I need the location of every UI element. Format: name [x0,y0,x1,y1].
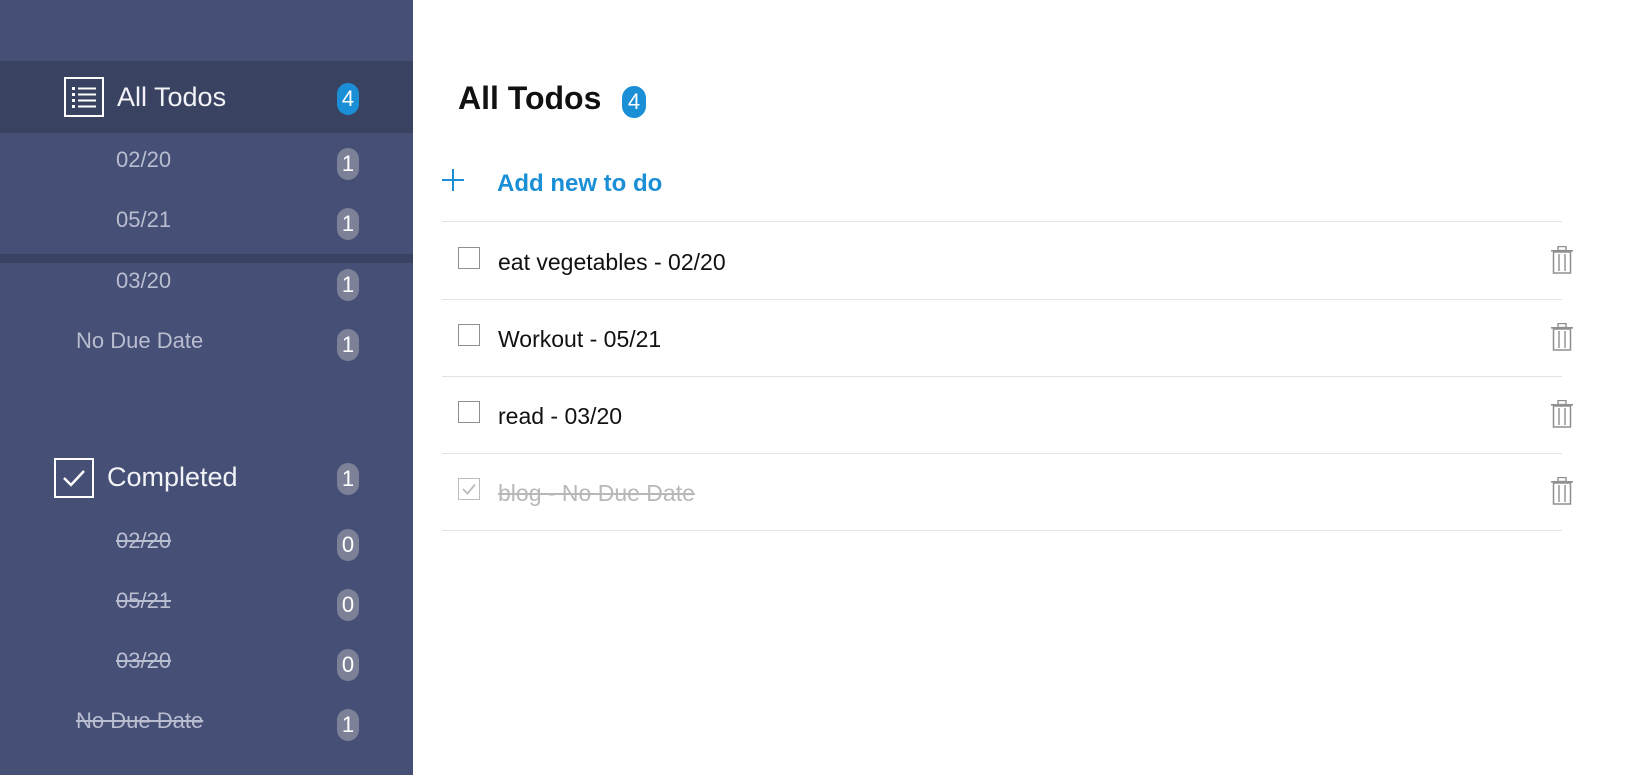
count-badge: 1 [337,709,359,741]
trash-icon[interactable] [1550,476,1574,505]
sidebar-item-label: 03/20 [116,268,172,293]
todo-checkbox[interactable] [458,247,480,269]
count-badge: 1 [337,208,359,240]
count-badge: 4 [622,86,646,118]
sidebar-item-label: 05/21 [116,588,172,613]
sidebar-group-completed[interactable]: Completed 1 [0,442,413,514]
plus-icon [442,169,464,191]
count-badge: 1 [337,269,359,301]
check-icon [462,483,476,495]
checkbox-checked-icon [54,458,94,498]
add-todo-label: Add new to do [497,170,663,197]
sidebar-item-completed-no-due-date[interactable]: No Due Date 1 [0,705,413,765]
sidebar-group-all-todos[interactable]: All Todos 4 [0,61,413,133]
todo-text: Workout - 05/21 [498,326,662,352]
list-icon [64,77,104,117]
sidebar-item-completed-03-20[interactable]: 03/20 0 [0,645,413,705]
page-title: All Todos [458,80,602,116]
sidebar-item-completed-05-21[interactable]: 05/21 0 [0,585,413,645]
trash-icon[interactable] [1550,399,1574,428]
sidebar-item-label: 02/20 [116,528,172,553]
count-badge: 0 [337,649,359,681]
todo-text: blog - No Due Date [498,480,695,506]
sidebar-group-label: All Todos [117,82,227,112]
todo-checkbox[interactable] [458,324,480,346]
add-todo-button[interactable]: Add new to do [442,160,1562,222]
count-badge: 4 [337,83,359,115]
sidebar-group-label: Completed [107,462,238,492]
sidebar-item-label: 02/20 [116,147,172,172]
todo-checkbox-checked[interactable] [458,478,480,500]
trash-icon[interactable] [1550,322,1574,351]
todo-text: eat vegetables - 02/20 [498,249,726,275]
count-badge: 1 [337,329,359,361]
sidebar-item-completed-02-20[interactable]: 02/20 0 [0,525,413,585]
sidebar-divider [0,254,413,263]
sidebar-item-no-due-date[interactable]: No Due Date 1 [0,314,413,374]
todo-item-completed: blog - No Due Date [442,454,1573,531]
sidebar-item-label: No Due Date [76,328,204,353]
sidebar-item-02-20[interactable]: 02/20 1 [0,133,413,193]
todo-item: eat vegetables - 02/20 [442,223,1573,300]
todo-list: eat vegetables - 02/20 Workout - 05/21 r… [442,223,1573,531]
todo-text: read - 03/20 [498,403,623,429]
count-badge: 0 [337,589,359,621]
count-badge: 1 [337,148,359,180]
sidebar-item-label: 05/21 [116,207,172,232]
todo-app: All Todos 4 02/20 1 05/21 1 03/20 1 No D… [0,0,1640,775]
count-badge: 0 [337,529,359,561]
trash-icon[interactable] [1550,245,1574,274]
todo-item: read - 03/20 [442,377,1573,454]
sidebar-item-label: No Due Date [76,708,204,733]
main-content: All Todos 4 Add new to do eat vegetables… [413,0,1640,775]
todo-checkbox[interactable] [458,401,480,423]
count-badge: 1 [337,463,359,495]
sidebar-item-05-21[interactable]: 05/21 1 [0,193,413,253]
todo-item: Workout - 05/21 [442,300,1573,377]
sidebar: All Todos 4 02/20 1 05/21 1 03/20 1 No D… [0,0,413,775]
sidebar-item-label: 03/20 [116,648,172,673]
